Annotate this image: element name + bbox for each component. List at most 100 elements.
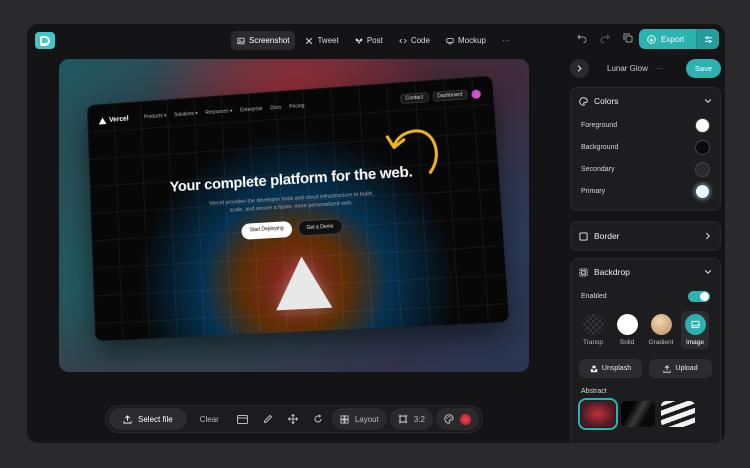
frame-icon[interactable] — [232, 408, 254, 430]
app-logo[interactable] — [35, 32, 55, 49]
history-controls — [575, 31, 635, 45]
site-avatar — [471, 88, 482, 99]
tab-post[interactable]: Post — [349, 31, 389, 50]
settings-sidebar: Lunar Glow ··· Save Colors Foreground Ba… — [562, 51, 725, 443]
site-nav-item: Docs — [270, 104, 282, 112]
colors-panel-header[interactable]: Colors — [571, 88, 720, 114]
color-row-foreground: Foreground — [571, 114, 720, 136]
color-row-primary: Primary — [571, 180, 720, 202]
abstract-thumb-dark-folds[interactable] — [621, 401, 655, 427]
clear-button[interactable]: Clear — [190, 408, 229, 430]
expand-presets-button[interactable] — [570, 58, 589, 78]
preset-header: Lunar Glow ··· Save — [570, 58, 721, 78]
unsplash-icon — [590, 365, 598, 372]
primary-swatch[interactable] — [695, 183, 710, 199]
screenshot-preview[interactable]: Vercel Products ▾ Solutions ▾ Resources … — [86, 75, 510, 342]
vercel-logo-icon — [98, 116, 107, 125]
chevron-right-icon — [577, 64, 582, 72]
pen-icon[interactable] — [257, 408, 279, 430]
undo-icon[interactable] — [575, 31, 589, 45]
color-row-background: Background — [571, 136, 720, 158]
backdrop-option-transparent[interactable]: Transp — [579, 311, 607, 349]
backdrop-panel: Backdrop Enabled Transp Solid Gradient I… — [570, 258, 721, 443]
upload-button[interactable]: Upload — [649, 359, 712, 378]
more-modes-button[interactable]: ··· — [496, 31, 516, 50]
butterfly-icon — [355, 37, 363, 43]
bottom-toolbar: Select file Clear Layout 3:2 — [105, 405, 483, 433]
curved-arrow-icon — [380, 119, 445, 183]
image-icon — [690, 320, 700, 329]
backdrop-option-gradient[interactable]: Gradient — [647, 311, 675, 349]
image-icon — [237, 37, 245, 44]
site-cta-secondary: Get a Demo — [297, 217, 344, 237]
square-icon — [579, 231, 588, 241]
theme-color-dot — [459, 413, 471, 425]
background-swatch[interactable] — [695, 139, 710, 155]
abstract-thumb-white-waves[interactable] — [661, 401, 695, 427]
backdrop-icon — [579, 267, 588, 277]
image-swatch — [684, 314, 706, 335]
copy-icon[interactable] — [621, 31, 635, 45]
logo-glyph-icon — [40, 35, 50, 46]
crop-frame-icon — [398, 414, 408, 424]
x-logo-icon — [306, 37, 313, 44]
palette-icon — [444, 414, 454, 424]
backdrop-option-image[interactable]: Image — [681, 311, 709, 349]
site-nav-item: Resources ▾ — [205, 108, 233, 116]
abstract-thumb-red-glow[interactable] — [578, 398, 618, 430]
export-button[interactable]: Export — [639, 29, 697, 49]
site-nav-item: Products ▾ — [143, 112, 167, 121]
enabled-row: Enabled — [571, 285, 720, 307]
export-button-group: Export — [639, 29, 719, 49]
backdrop-panel-header[interactable]: Backdrop — [571, 259, 720, 285]
rotate-icon[interactable] — [307, 408, 329, 430]
abstract-thumbnails — [571, 398, 720, 430]
code-icon — [399, 38, 407, 43]
preview-canvas[interactable]: Vercel Products ▾ Solutions ▾ Resources … — [59, 59, 529, 372]
device-icon — [446, 37, 454, 44]
save-button[interactable]: Save — [685, 58, 721, 78]
tab-code[interactable]: Code — [393, 31, 436, 50]
site-nav-item: Pricing — [289, 103, 305, 110]
site-dashboard: Dashboard — [431, 89, 468, 102]
chevron-down-icon — [704, 269, 712, 275]
move-icon[interactable] — [282, 408, 304, 430]
solid-swatch — [616, 314, 638, 335]
color-row-secondary: Secondary — [571, 158, 720, 180]
foreground-swatch[interactable] — [695, 117, 710, 133]
secondary-swatch[interactable] — [695, 161, 710, 177]
theme-picker-button[interactable] — [435, 408, 479, 430]
layout-button[interactable]: Layout — [331, 408, 387, 430]
triangle-graphic-icon — [273, 255, 333, 311]
colors-panel: Colors Foreground Background Secondary P… — [570, 87, 721, 211]
upload-icon — [123, 414, 132, 424]
border-panel-header[interactable]: Border — [571, 222, 720, 250]
abstract-label: Abstract — [581, 388, 607, 395]
chevron-down-icon — [704, 98, 712, 104]
enabled-toggle[interactable] — [688, 290, 710, 302]
border-panel: Border — [570, 221, 721, 251]
mode-tabs: Screenshot Tweet Post Code Mockup ··· — [231, 31, 516, 50]
unsplash-button[interactable]: Unsplash — [579, 359, 642, 378]
gradient-swatch — [650, 314, 672, 335]
site-nav-item: Enterprise — [240, 106, 263, 114]
download-circle-icon — [647, 34, 656, 44]
transparent-swatch — [582, 314, 604, 335]
chevron-right-icon — [705, 232, 711, 240]
export-settings-button[interactable] — [697, 29, 719, 49]
tab-tweet[interactable]: Tweet — [299, 31, 344, 50]
layout-grid-icon — [340, 414, 349, 424]
tab-screenshot[interactable]: Screenshot — [231, 31, 296, 50]
tab-mockup[interactable]: Mockup — [440, 31, 492, 50]
app-window: Screenshot Tweet Post Code Mockup ··· Ex… — [26, 23, 726, 444]
backdrop-option-solid[interactable]: Solid — [613, 311, 641, 349]
site-nav-item: Solutions ▾ — [174, 110, 198, 119]
site-brand: Vercel — [98, 115, 129, 125]
redo-icon[interactable] — [598, 31, 612, 45]
backdrop-type-options: Transp Solid Gradient Image — [571, 311, 720, 349]
aspect-ratio-button[interactable]: 3:2 — [389, 408, 433, 430]
select-file-button[interactable]: Select file — [109, 408, 187, 430]
site-contact: Contact — [400, 92, 429, 105]
palette-icon — [579, 96, 588, 106]
preset-more-button[interactable]: ··· — [655, 64, 663, 73]
